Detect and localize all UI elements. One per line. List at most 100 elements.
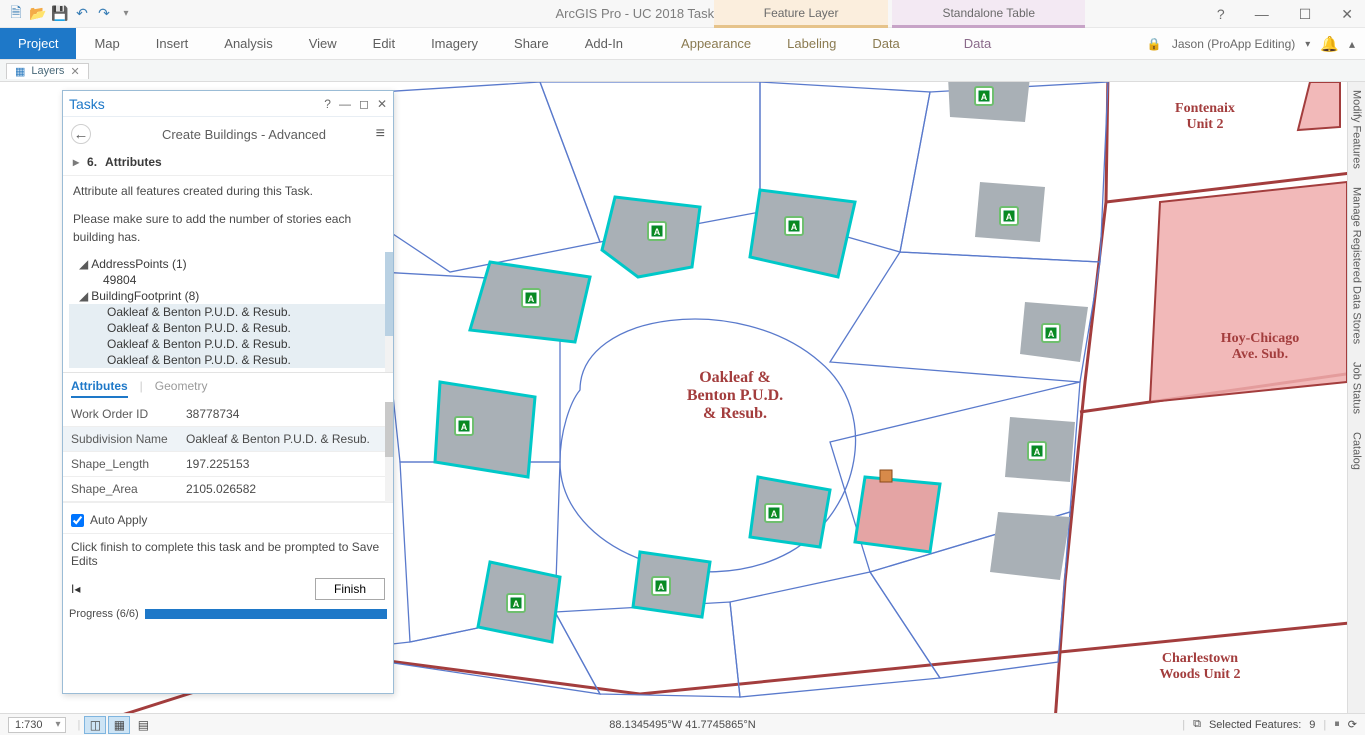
svg-text:Woods Unit 2: Woods Unit 2 — [1160, 667, 1241, 682]
progress-bar — [145, 609, 387, 619]
qat-dropdown-icon[interactable]: ▾ — [116, 4, 136, 24]
tasks-menu-icon[interactable]: ≡ — [376, 125, 385, 143]
doc-tab-layers[interactable]: ▦ Layers ✕ — [6, 63, 89, 79]
doc-tab-close-icon[interactable]: ✕ — [70, 65, 79, 78]
step-back-icon[interactable]: I◂ — [71, 582, 80, 596]
svg-text:A: A — [1048, 329, 1055, 339]
attr-key: Shape_Area — [63, 477, 178, 502]
step-name: Attributes — [105, 155, 162, 169]
tab-map[interactable]: Map — [76, 28, 137, 59]
svg-text:Charlestown: Charlestown — [1162, 651, 1238, 666]
coordinates: 88.1345495°W 41.7745865°N — [609, 719, 755, 731]
tree-buildingfootprint[interactable]: BuildingFootprint (8) — [91, 289, 199, 303]
tree-addresspoints[interactable]: AddressPoints (1) — [91, 257, 186, 271]
grid-tool-icon[interactable]: ▦ — [108, 716, 130, 734]
tab-attributes[interactable]: Attributes — [71, 379, 128, 398]
auto-apply-row: Auto Apply — [63, 502, 393, 533]
selection-icon: ⧉ — [1193, 718, 1201, 731]
username[interactable]: Jason (ProApp Editing) — [1172, 37, 1295, 51]
scale-selector[interactable]: 1:730 — [8, 717, 66, 733]
attr-val[interactable]: 2105.026582 — [178, 477, 393, 502]
attr-val[interactable]: 197.225153 — [178, 452, 393, 477]
tasks-autohide-icon[interactable]: — — [339, 97, 351, 111]
help-icon[interactable]: ? — [1211, 6, 1231, 22]
attr-key: Subdivision Name — [63, 427, 178, 452]
new-project-icon[interactable]: 🗎 — [6, 4, 26, 24]
minimize-icon[interactable]: — — [1249, 6, 1275, 22]
svg-text:A: A — [658, 582, 665, 592]
tab-appearance[interactable]: Appearance — [663, 28, 769, 59]
svg-text:Oakleaf &: Oakleaf & — [699, 369, 771, 386]
tab-labeling[interactable]: Labeling — [769, 28, 854, 59]
tab-view[interactable]: View — [291, 28, 355, 59]
tab-addin[interactable]: Add-In — [567, 28, 641, 59]
panel-manage-data-stores[interactable]: Manage Registered Data Stores — [1350, 183, 1364, 348]
tab-share[interactable]: Share — [496, 28, 567, 59]
refresh-icon[interactable]: ⟳ — [1348, 718, 1357, 731]
attr-key: Shape_Length — [63, 452, 178, 477]
redo-icon[interactable]: ↷ — [94, 4, 114, 24]
user-dropdown-icon[interactable]: ▾ — [1305, 39, 1310, 50]
instr-line-2: Please make sure to add the number of st… — [73, 210, 383, 246]
save-icon[interactable]: 💾 — [50, 4, 70, 24]
finish-message: Click finish to complete this task and b… — [71, 540, 385, 568]
tree-bf-item[interactable]: Oakleaf & Benton P.U.D. & Resub. — [69, 304, 387, 320]
tab-analysis[interactable]: Analysis — [206, 28, 290, 59]
open-project-icon[interactable]: 📂 — [28, 4, 48, 24]
user-area: 🔒 Jason (ProApp Editing) ▾ 🔔 ▴ — [1147, 28, 1355, 60]
tab-data-table[interactable]: Data — [946, 28, 1009, 59]
pause-drawing-icon[interactable]: ⏸ — [1334, 718, 1340, 731]
notifications-icon[interactable]: 🔔 — [1320, 35, 1339, 53]
tab-edit[interactable]: Edit — [355, 28, 413, 59]
svg-text:Unit 2: Unit 2 — [1187, 117, 1224, 132]
panel-modify-features[interactable]: Modify Features — [1350, 86, 1364, 173]
instr-line-1: Attribute all features created during th… — [73, 182, 383, 200]
lock-icon: 🔒 — [1147, 37, 1162, 51]
selected-features-count: 9 — [1309, 719, 1315, 731]
finish-button[interactable]: Finish — [315, 578, 385, 600]
svg-text:A: A — [981, 92, 988, 102]
finish-row: Click finish to complete this task and b… — [63, 533, 393, 604]
auto-apply-checkbox[interactable] — [71, 514, 84, 527]
selected-features-label: Selected Features: — [1209, 719, 1301, 731]
tree-bf-item[interactable]: Oakleaf & Benton P.U.D. & Resub. — [69, 320, 387, 336]
document-tabs: ▦ Layers ✕ — [0, 60, 1365, 82]
panel-catalog[interactable]: Catalog — [1350, 428, 1364, 474]
tree-scrollbar[interactable] — [385, 252, 393, 372]
tab-data-feature[interactable]: Data — [854, 28, 917, 59]
step-expand-icon[interactable]: ▸ — [73, 155, 79, 169]
maximize-icon[interactable]: ☐ — [1293, 6, 1318, 23]
tab-geometry[interactable]: Geometry — [155, 379, 208, 398]
back-icon[interactable]: ← — [71, 124, 91, 144]
tab-insert[interactable]: Insert — [138, 28, 207, 59]
tab-project[interactable]: Project — [0, 28, 76, 59]
tasks-help-icon[interactable]: ? — [324, 97, 331, 111]
ribbon-collapse-icon[interactable]: ▴ — [1349, 37, 1355, 51]
tree-bf-item[interactable]: Oakleaf & Benton P.U.D. & Resub. — [69, 336, 387, 352]
anchor-icon: A — [522, 289, 540, 307]
tab-imagery[interactable]: Imagery — [413, 28, 496, 59]
progress-label: Progress (6/6) — [69, 608, 139, 620]
area-fontenaix — [1298, 82, 1340, 130]
svg-text:A: A — [791, 222, 798, 232]
tree-ap-child[interactable]: 49804 — [69, 272, 387, 288]
snapping-tool-icon[interactable]: ◫ — [84, 716, 106, 734]
tasks-dock-icon[interactable]: ◻ — [359, 97, 369, 111]
close-icon[interactable]: ✕ — [1335, 6, 1359, 23]
constraints-tool-icon[interactable]: ▤ — [132, 716, 154, 734]
panel-job-status[interactable]: Job Status — [1350, 358, 1364, 418]
doc-tab-label: Layers — [31, 65, 64, 77]
context-tab-headers: Feature Layer Standalone Table — [714, 0, 1085, 28]
attrs-scrollbar[interactable] — [385, 402, 393, 502]
attributes-grid[interactable]: Work Order ID38778734 Subdivision NameOa… — [63, 402, 393, 502]
attr-val[interactable]: Oakleaf & Benton P.U.D. & Resub. — [178, 427, 393, 452]
undo-icon[interactable]: ↶ — [72, 4, 92, 24]
context-header-feature-layer: Feature Layer — [714, 0, 889, 28]
tasks-instructions: Attribute all features created during th… — [63, 175, 393, 252]
tasks-close-icon[interactable]: ✕ — [377, 97, 387, 111]
svg-text:A: A — [654, 227, 661, 237]
svg-text:A: A — [1034, 447, 1041, 457]
feature-tree[interactable]: ◢AddressPoints (1) 49804 ◢BuildingFootpr… — [63, 252, 393, 372]
attr-val[interactable]: 38778734 — [178, 402, 393, 427]
tree-bf-item[interactable]: Oakleaf & Benton P.U.D. & Resub. — [69, 352, 387, 368]
